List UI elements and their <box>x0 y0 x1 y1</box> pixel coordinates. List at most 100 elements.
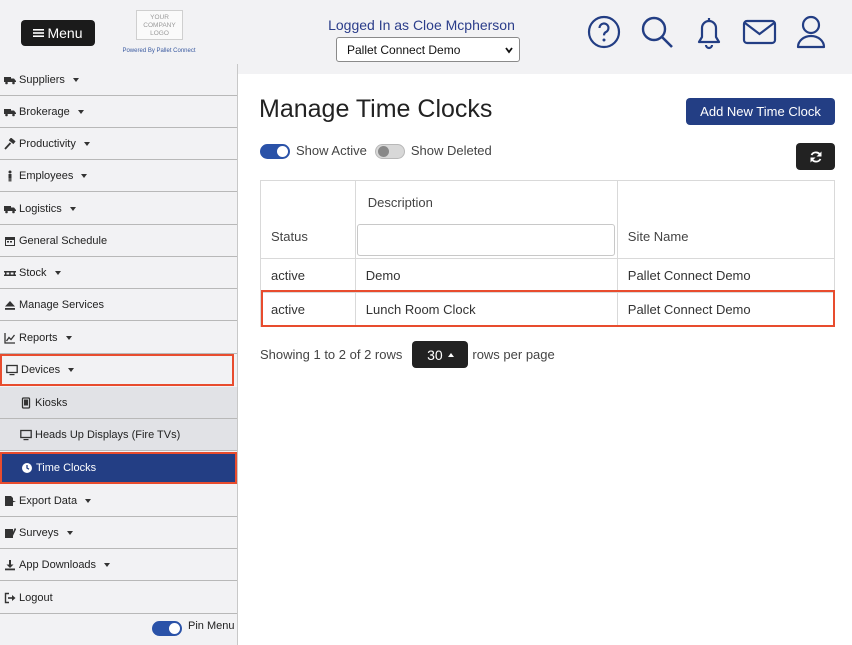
show-active-toggle[interactable] <box>260 144 290 159</box>
menu-button[interactable]: Menu <box>21 20 95 46</box>
chart-icon <box>4 332 16 344</box>
caret-down-icon <box>54 270 61 275</box>
description-header-label[interactable]: Description <box>356 195 617 210</box>
sidebar-item-manage-services[interactable]: Manage Services <box>0 289 237 321</box>
person-icon <box>8 170 12 181</box>
column-header-site-name[interactable]: Site Name <box>616 180 836 259</box>
add-time-clock-button[interactable]: Add New Time Clock <box>686 98 835 125</box>
powered-by: Powered By Pallet Connect <box>122 48 196 54</box>
monitor-icon <box>6 364 18 376</box>
site-select-value: Pallet Connect Demo <box>347 42 461 57</box>
sidebar-item-heads-up-displays[interactable]: Heads Up Displays (Fire TVs) <box>0 419 237 451</box>
description-filter-input[interactable] <box>356 224 615 256</box>
page-size-suffix: rows per page <box>472 347 555 362</box>
caret-down-icon <box>77 109 84 114</box>
sidebar-item-label: Stock <box>19 266 47 279</box>
truck-icon <box>4 76 16 84</box>
refresh-button[interactable] <box>796 143 835 170</box>
hamburger-icon <box>33 29 45 37</box>
eject-icon <box>5 300 15 310</box>
pagination: Showing 1 to 2 of 2 rows 30 rows per pag… <box>260 341 555 368</box>
logout-icon <box>4 592 16 603</box>
pin-menu: Pin Menu <box>152 619 235 636</box>
table-row[interactable]: active Demo Pallet Connect Demo <box>260 258 836 293</box>
caret-down-icon <box>104 562 111 567</box>
menu-label: Menu <box>47 25 83 41</box>
sidebar-item-logout[interactable]: Logout <box>0 582 237 614</box>
show-deleted-label: Show Deleted <box>410 142 492 158</box>
caret-down-icon <box>69 206 76 211</box>
survey-icon <box>5 527 16 538</box>
table-row[interactable]: active Lunch Room Clock Pallet Connect D… <box>260 292 836 327</box>
calendar-icon <box>5 236 15 246</box>
truck-icon <box>4 205 16 213</box>
download-icon <box>5 559 15 570</box>
show-deleted-toggle[interactable] <box>374 144 405 159</box>
logo-text: YOUR COMPANY LOGO <box>143 14 176 37</box>
caret-down-icon <box>81 173 88 178</box>
pin-menu-label: Pin Menu <box>188 619 235 632</box>
page-title: Manage Time Clocks <box>259 95 493 123</box>
refresh-icon <box>810 151 821 162</box>
mail-icon[interactable] <box>741 12 779 52</box>
bell-icon[interactable] <box>690 12 728 52</box>
sidebar-item-general-schedule[interactable]: General Schedule <box>0 225 237 257</box>
sidebar-item-export-data[interactable]: Export Data <box>0 485 237 517</box>
sidebar-item-label: Logout <box>19 591 53 604</box>
help-icon[interactable] <box>585 12 623 52</box>
column-header-status[interactable]: Status <box>260 180 356 259</box>
cell-status: active <box>260 258 356 293</box>
sidebar-item-label: General Schedule <box>19 234 108 247</box>
sidebar-item-label: Export Data <box>19 494 78 507</box>
sidebar-item-logistics[interactable]: Logistics <box>0 193 237 225</box>
caret-down-icon <box>72 77 79 82</box>
sidebar-item-label: Devices <box>21 364 61 376</box>
caret-down-icon <box>65 335 72 340</box>
sidebar-item-label: Heads Up Displays (Fire TVs) <box>35 428 181 441</box>
sidebar-item-stock[interactable]: Stock <box>0 257 237 289</box>
caret-down-icon <box>66 530 73 535</box>
sidebar-item-label: Brokerage <box>19 105 70 118</box>
sidebar-item-reports[interactable]: Reports <box>0 322 237 354</box>
tablet-icon <box>21 396 31 409</box>
column-header-description: Description <box>354 180 618 259</box>
sidebar-item-kiosks[interactable]: Kiosks <box>0 387 237 419</box>
sidebar-item-label: Employees <box>19 169 74 182</box>
sidebar-item-label: App Downloads <box>19 558 97 571</box>
cell-status: active <box>260 292 356 327</box>
page-size-button[interactable]: 30 <box>412 341 469 368</box>
caret-up-icon <box>447 352 454 357</box>
pin-menu-toggle[interactable] <box>152 621 182 636</box>
logged-in-label: Logged In as Cloe Mcpherson <box>328 17 515 33</box>
sidebar-item-label: Surveys <box>19 526 59 539</box>
clock-icon <box>22 463 32 473</box>
pagination-info: Showing 1 to 2 of 2 rows <box>260 347 403 362</box>
truck-icon <box>4 108 16 116</box>
show-active-label: Show Active <box>296 142 367 158</box>
user-icon[interactable] <box>792 12 830 52</box>
search-icon[interactable] <box>638 12 676 52</box>
monitor-icon <box>20 429 32 440</box>
filter-toggles: Show Active Show Deleted <box>260 142 500 159</box>
sidebar-item-label: Suppliers <box>19 73 65 86</box>
sidebar-item-productivity[interactable]: Productivity <box>0 128 237 160</box>
sidebar-item-label: Time Clocks <box>36 462 97 474</box>
caret-down-icon <box>83 141 90 146</box>
sidebar-item-time-clocks[interactable]: Time Clocks <box>0 452 237 484</box>
export-icon <box>5 495 16 506</box>
sidebar-item-devices[interactable]: Devices <box>0 354 234 386</box>
site-select[interactable]: Pallet Connect Demo <box>336 37 520 62</box>
caret-down-icon <box>85 498 92 503</box>
cell-description: Demo <box>354 258 618 293</box>
sidebar-item-suppliers[interactable]: Suppliers <box>0 64 237 96</box>
sidebar-item-label: Productivity <box>19 137 76 150</box>
caret-down-icon <box>68 368 75 372</box>
sidebar-item-label: Logistics <box>19 202 62 215</box>
chevron-down-icon <box>505 47 513 54</box>
time-clocks-table: Status Description Site Name active Demo… <box>260 180 836 327</box>
sidebar-item-surveys[interactable]: Surveys <box>0 517 237 549</box>
sidebar-item-label: Manage Services <box>19 298 104 311</box>
sidebar-item-brokerage[interactable]: Brokerage <box>0 96 237 128</box>
sidebar-item-app-downloads[interactable]: App Downloads <box>0 549 237 581</box>
sidebar-item-employees[interactable]: Employees <box>0 160 237 192</box>
